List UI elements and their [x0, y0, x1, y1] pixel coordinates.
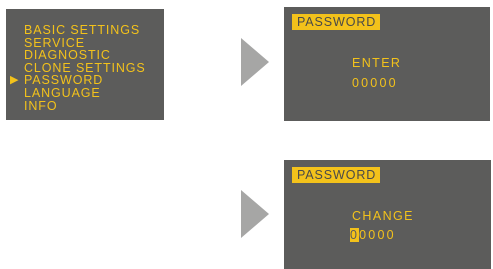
password-code-rest: 0000 — [359, 228, 396, 242]
menu-item-label: INFO — [24, 98, 58, 113]
menu-item-info[interactable]: INFO — [24, 98, 146, 113]
menu-list: BASIC SETTINGS SERVICE DIAGNOSTIC CLONE … — [10, 24, 146, 113]
active-digit-cursor[interactable]: 0 — [350, 228, 360, 242]
password-code-field[interactable]: 00000 — [350, 228, 396, 242]
password-enter-screen: PASSWORD ENTER 00000 — [284, 7, 490, 121]
arrow-right-icon — [241, 38, 269, 86]
main-menu-screen: BASIC SETTINGS SERVICE DIAGNOSTIC CLONE … — [6, 9, 164, 120]
arrow-right-icon — [241, 190, 269, 238]
menu-cursor-icon: ▶ — [10, 74, 20, 87]
screen-title-badge: PASSWORD — [292, 167, 381, 183]
screen-title-badge: PASSWORD — [292, 14, 381, 30]
password-code-field[interactable]: 00000 — [352, 76, 398, 90]
enter-prompt: ENTER — [352, 56, 402, 70]
change-prompt: CHANGE — [352, 209, 414, 223]
password-change-screen: PASSWORD CHANGE 00000 — [284, 160, 491, 269]
